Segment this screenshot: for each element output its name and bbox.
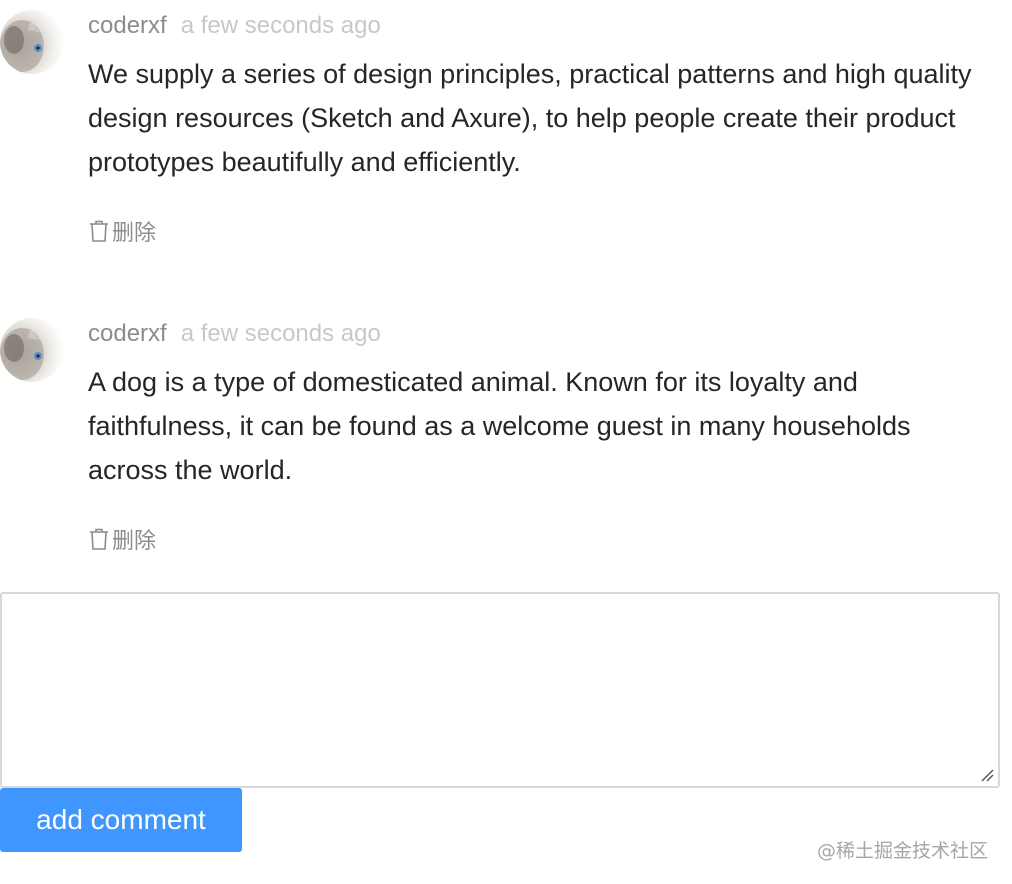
comment-time: a few seconds ago — [180, 12, 381, 39]
comment-author: coderxf — [88, 12, 167, 39]
comment-editor — [0, 592, 1000, 788]
add-comment-button[interactable]: add comment — [0, 788, 242, 852]
resize-grip-icon[interactable] — [978, 766, 994, 782]
cat-avatar-icon — [0, 20, 44, 72]
comment-time: a few seconds ago — [180, 320, 381, 347]
comment-content: A dog is a type of domesticated animal. … — [88, 367, 911, 485]
watermark: @稀土掘金技术社区 — [816, 840, 988, 862]
avatar — [0, 318, 64, 382]
comment-meta: coderxf a few seconds ago — [88, 318, 381, 350]
delete-label: 删除 — [112, 528, 157, 553]
trash-icon — [90, 220, 108, 242]
delete-button[interactable]: 删除 — [88, 522, 156, 556]
delete-button[interactable]: 删除 — [88, 214, 156, 248]
avatar — [0, 10, 64, 74]
cat-avatar-icon — [0, 328, 44, 380]
comment-meta: coderxf a few seconds ago — [88, 10, 381, 42]
delete-label: 删除 — [112, 220, 157, 245]
comment-content: We supply a series of design principles,… — [88, 59, 972, 177]
comment-textarea[interactable] — [2, 594, 998, 786]
comment-author: coderxf — [88, 320, 167, 347]
trash-icon — [90, 528, 108, 550]
